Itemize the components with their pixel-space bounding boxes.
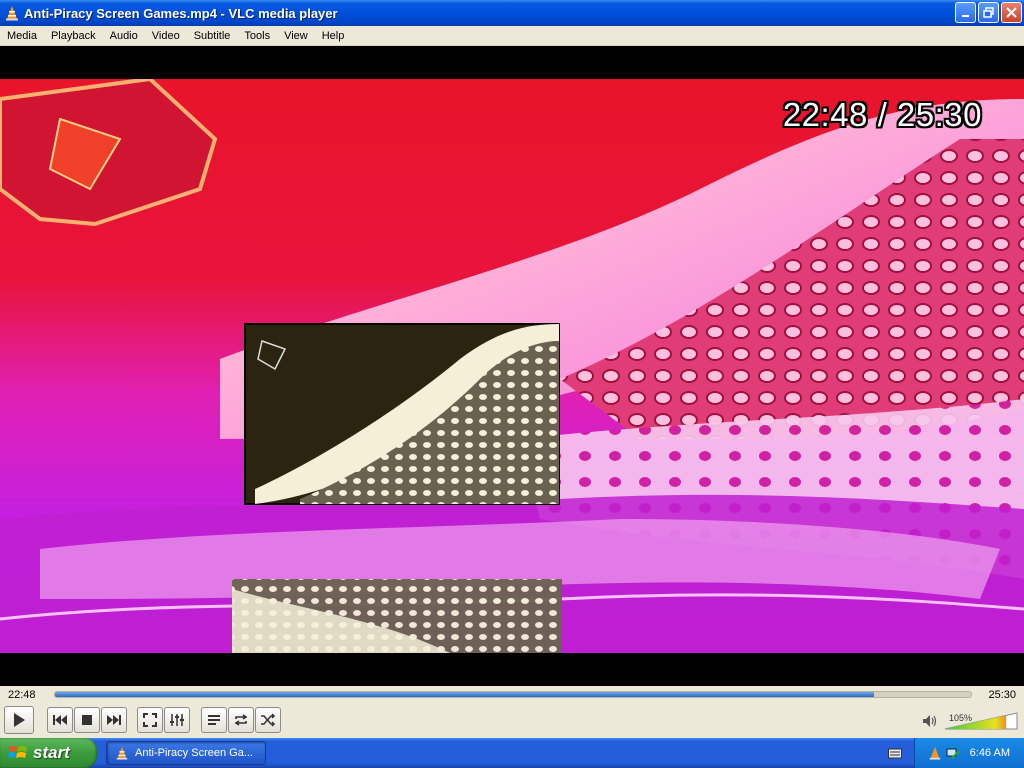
- menu-help[interactable]: Help: [315, 26, 352, 46]
- restore-icon: [983, 7, 994, 18]
- minimize-icon: [961, 14, 969, 17]
- extended-settings-button[interactable]: [164, 707, 190, 733]
- osd-time: 22:48 / 25:30: [782, 96, 982, 133]
- controls-panel: 22:48 25:30 105%: [0, 686, 1024, 738]
- elapsed-time: 22:48: [8, 689, 36, 701]
- window-title: Anti-Piracy Screen Games.mp4 - VLC media…: [24, 5, 338, 21]
- loop-icon: [234, 714, 248, 726]
- title-bar[interactable]: Anti-Piracy Screen Games.mp4 - VLC media…: [0, 0, 1024, 26]
- video-area[interactable]: 22:48 / 25:30: [0, 46, 1024, 686]
- windows-logo-icon: [8, 746, 27, 758]
- menu-view[interactable]: View: [277, 26, 315, 46]
- stop-button[interactable]: [74, 707, 100, 733]
- vlc-tray-icon[interactable]: [928, 746, 942, 760]
- menu-media[interactable]: Media: [0, 26, 44, 46]
- menu-subtitle[interactable]: Subtitle: [187, 26, 238, 46]
- play-icon: [14, 713, 25, 727]
- menu-bar: Media Playback Audio Video Subtitle Tool…: [0, 26, 1024, 46]
- speaker-icon[interactable]: [922, 714, 938, 728]
- next-icon: [107, 715, 121, 725]
- stop-icon: [82, 715, 92, 725]
- video-frame: [0, 79, 1024, 653]
- close-icon: [1006, 7, 1017, 18]
- menu-playback[interactable]: Playback: [44, 26, 103, 46]
- start-label: start: [33, 743, 70, 762]
- menu-tools[interactable]: Tools: [237, 26, 277, 46]
- playlist-button[interactable]: [201, 707, 227, 733]
- system-tray: 6:46 AM: [914, 738, 1024, 768]
- shuffle-icon: [261, 713, 276, 727]
- menu-video[interactable]: Video: [145, 26, 187, 46]
- playlist-icon: [208, 715, 220, 725]
- volume-percent: 105%: [948, 713, 972, 723]
- taskbar-vlc-button[interactable]: Anti-Piracy Screen Ga...: [106, 741, 266, 765]
- seek-bar[interactable]: [54, 691, 972, 698]
- network-icon[interactable]: [946, 746, 960, 760]
- loop-button[interactable]: [228, 707, 254, 733]
- close-button[interactable]: [1001, 2, 1022, 23]
- taskbar: start Anti-Piracy Screen Ga... 6:46 AM: [0, 738, 1024, 768]
- maximize-button[interactable]: [978, 2, 999, 23]
- button-row: [0, 706, 1024, 736]
- vlc-cone-icon: [116, 746, 128, 760]
- fullscreen-button[interactable]: [137, 707, 163, 733]
- menu-audio[interactable]: Audio: [103, 26, 145, 46]
- next-button[interactable]: [101, 707, 127, 733]
- seek-row: 22:48 25:30: [0, 686, 1024, 704]
- seek-bar-fill: [55, 692, 874, 697]
- extended-settings-icon: [170, 714, 184, 726]
- clock: 6:46 AM: [969, 747, 1010, 759]
- start-button[interactable]: start: [0, 738, 97, 768]
- fullscreen-icon: [143, 713, 157, 727]
- total-time: 25:30: [988, 689, 1016, 701]
- previous-icon: [53, 715, 67, 725]
- minimize-button[interactable]: [955, 2, 976, 23]
- shuffle-button[interactable]: [255, 707, 281, 733]
- previous-button[interactable]: [47, 707, 73, 733]
- taskbar-vlc-label: Anti-Piracy Screen Ga...: [135, 747, 253, 759]
- play-button[interactable]: [4, 706, 34, 734]
- keyboard-icon[interactable]: [888, 747, 902, 759]
- vlc-cone-icon: [6, 6, 18, 21]
